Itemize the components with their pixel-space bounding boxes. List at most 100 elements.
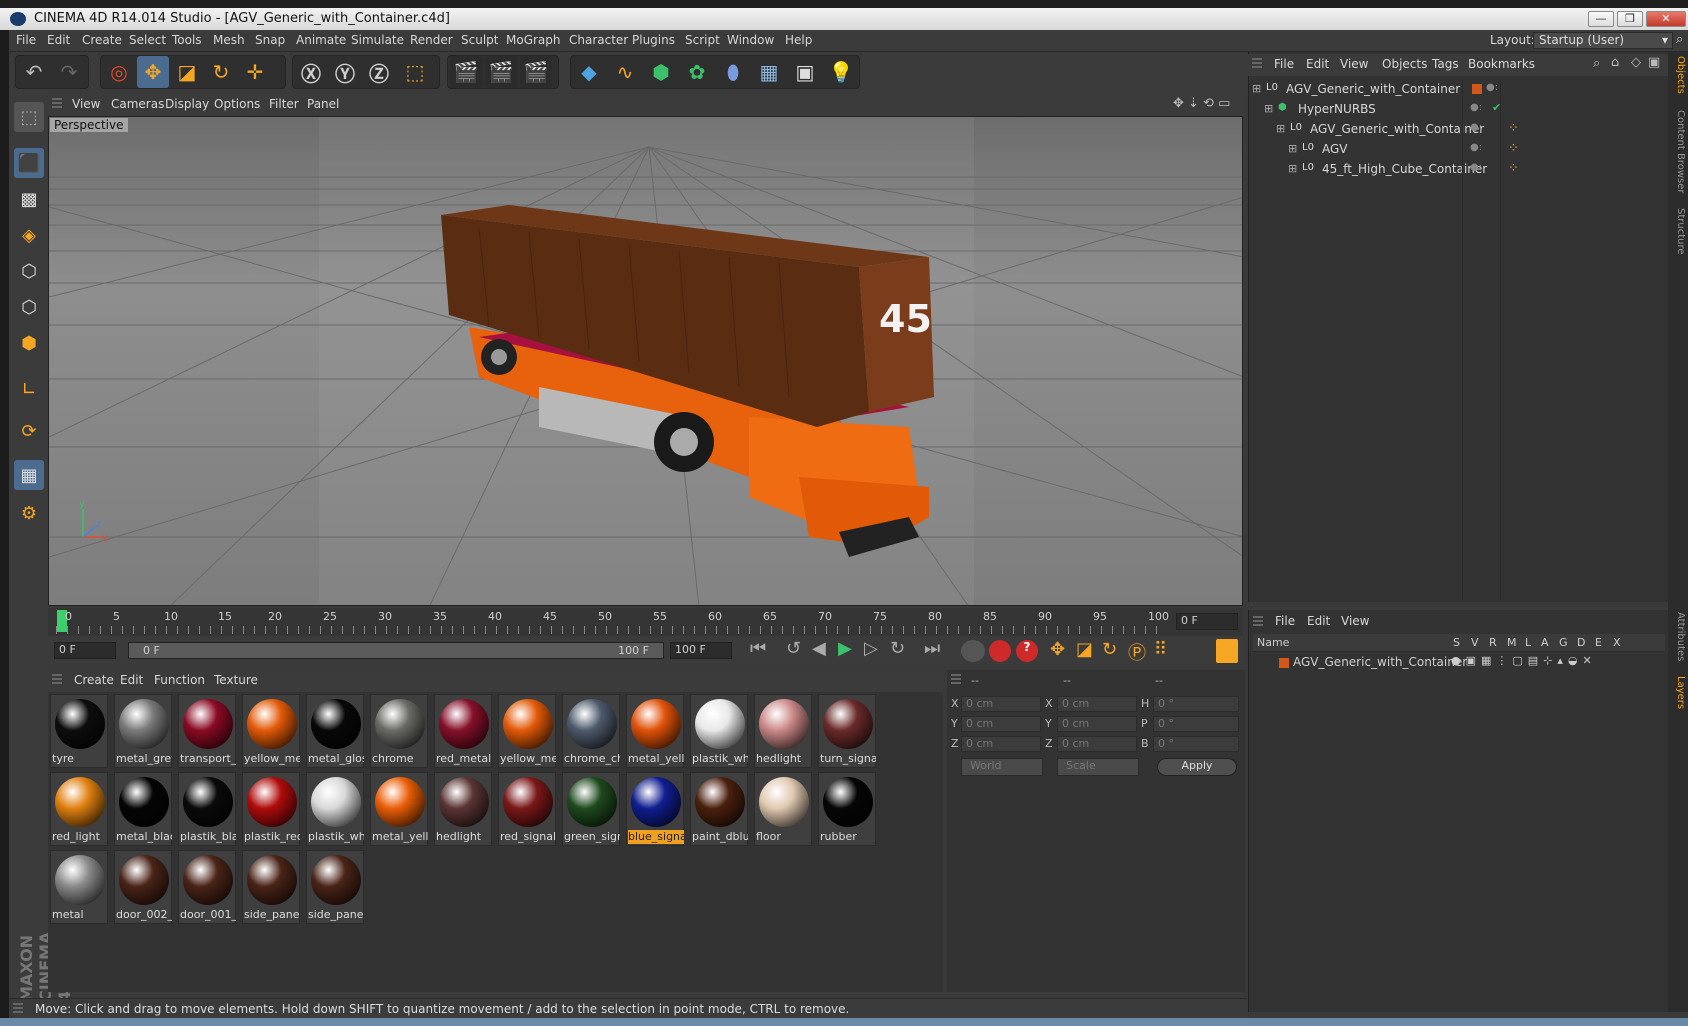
render-settings-icon[interactable]: 🎬 — [520, 56, 552, 88]
menu-plugins[interactable]: Plugins — [632, 33, 675, 47]
key-rotation-icon[interactable]: ↻ — [1102, 639, 1117, 660]
menu-edit[interactable]: Edit — [47, 33, 70, 47]
x-axis-lock-icon[interactable]: Ⓧ — [295, 56, 327, 88]
size-x-field[interactable]: 0 cm — [1057, 696, 1137, 712]
workplane-mode-icon[interactable]: ◈ — [14, 220, 44, 250]
prev-frame-icon[interactable]: ◀ — [812, 638, 826, 659]
layout-select[interactable]: Startup (User) ▾ — [1533, 32, 1673, 49]
scale-select[interactable]: Scale — [1057, 758, 1139, 776]
material-swatch[interactable]: red_signal — [498, 772, 556, 846]
key-pla-icon[interactable]: ⠿ — [1154, 639, 1167, 660]
timeline-window-icon[interactable] — [1216, 639, 1238, 663]
material-swatch[interactable]: metal_yello — [626, 694, 684, 768]
viewport-nav-icons[interactable]: ✥ ⇣ ⟲ ▭ — [1173, 96, 1230, 111]
material-swatch[interactable]: door_002_c — [114, 850, 172, 924]
layer-menu-view[interactable]: View — [1341, 614, 1369, 628]
visibility-dots-icon[interactable]: ●: — [1470, 162, 1482, 173]
menu-file[interactable]: File — [16, 33, 36, 47]
material-tag-icon[interactable]: ⁘ — [1508, 161, 1519, 176]
obj-search-icon[interactable]: ⌕ — [1593, 56, 1600, 71]
expand-icon[interactable]: ⊞ — [1276, 122, 1285, 135]
object-row[interactable]: ⊞ L0 45_ft_High_Cube_Container ●: ⁘ — [1252, 160, 1662, 180]
minimize-button[interactable]: — — [1588, 11, 1614, 27]
material-swatch[interactable]: metal — [50, 850, 108, 924]
array-icon[interactable]: ✿ — [681, 56, 713, 88]
y-axis-lock-icon[interactable]: Ⓨ — [329, 56, 361, 88]
vp-menu-options[interactable]: Options — [214, 97, 260, 111]
menu-character[interactable]: Character — [569, 33, 628, 47]
vp-menu-panel[interactable]: Panel — [307, 97, 339, 111]
obj-menu-file[interactable]: File — [1274, 57, 1294, 71]
pos-z-field[interactable]: 0 cm — [961, 736, 1041, 752]
snap-icon[interactable]: ▦ — [14, 460, 44, 490]
prev-key-icon[interactable]: ↺ — [786, 638, 801, 659]
mat-menu-edit[interactable]: Edit — [120, 673, 143, 687]
vp-menu-view[interactable]: View — [72, 97, 100, 111]
material-swatch[interactable]: plastik_wh — [690, 694, 748, 768]
vp-menu-display[interactable]: Display — [165, 97, 209, 111]
tab-objects[interactable]: Objects — [1670, 56, 1686, 94]
edges-mode-icon[interactable]: ⬡ — [14, 292, 44, 322]
material-swatch[interactable]: yellow_met — [242, 694, 300, 768]
record-icon[interactable] — [989, 640, 1011, 662]
menu-create[interactable]: Create — [82, 33, 122, 47]
layer-menu-file[interactable]: File — [1275, 614, 1295, 628]
menu-sculpt[interactable]: Sculpt — [461, 33, 498, 47]
tab-layers[interactable]: Layers — [1670, 676, 1686, 709]
cube-primitive-icon[interactable]: ◆ — [573, 56, 605, 88]
obj-menu-edit[interactable]: Edit — [1306, 57, 1329, 71]
menu-tools[interactable]: Tools — [172, 33, 202, 47]
material-swatch[interactable]: chrome — [370, 694, 428, 768]
material-tag-icon[interactable]: ⁘ — [1508, 121, 1519, 136]
goto-end-icon[interactable]: ⏭ — [924, 638, 940, 659]
obj-menu-objects[interactable]: Objects — [1382, 57, 1427, 71]
light-icon[interactable]: 💡 — [825, 56, 857, 88]
undo-icon[interactable]: ↶ — [18, 56, 50, 88]
pos-y-field[interactable]: 0 cm — [961, 716, 1041, 732]
rot-b-field[interactable]: 0 ° — [1153, 736, 1239, 752]
menu-simulate[interactable]: Simulate — [351, 33, 404, 47]
mat-menu-create[interactable]: Create — [74, 673, 114, 687]
render-picture-viewer-icon[interactable]: 🎬 — [485, 56, 517, 88]
move-tool-icon[interactable]: ✥ — [137, 56, 169, 88]
layer-color-swatch[interactable] — [1279, 658, 1289, 668]
scale-tool-icon[interactable]: ◪ — [171, 56, 203, 88]
material-swatch[interactable]: red_light — [50, 772, 108, 846]
restore-button[interactable]: ❐ — [1617, 11, 1643, 27]
material-swatch[interactable]: hedlight — [754, 694, 812, 768]
material-swatch[interactable]: chrome_ch — [562, 694, 620, 768]
material-swatch[interactable]: plastik_red — [242, 772, 300, 846]
visibility-dots-icon[interactable]: ●: — [1470, 142, 1482, 153]
polygons-mode-icon[interactable]: ⬢ — [14, 328, 44, 358]
home-icon[interactable]: ⌂ — [1611, 55, 1619, 70]
motion-path-icon[interactable] — [961, 640, 985, 662]
key-scale-icon[interactable]: ◪ — [1076, 639, 1093, 660]
material-swatch[interactable]: transport_c — [178, 694, 236, 768]
rotate-tool-icon[interactable]: ↻ — [205, 56, 237, 88]
size-z-field[interactable]: 0 cm — [1057, 736, 1137, 752]
expand-icon[interactable]: ⊞ — [1252, 82, 1261, 95]
menu-select[interactable]: Select — [129, 33, 166, 47]
close-button[interactable]: ✕ — [1646, 11, 1686, 27]
world-select[interactable]: World — [961, 758, 1043, 776]
range-slider[interactable]: 0 F 100 F — [128, 642, 664, 659]
menu-help[interactable]: Help — [785, 33, 812, 47]
material-swatch[interactable]: metal_yello — [370, 772, 428, 846]
obj-menu-bookmarks[interactable]: Bookmarks — [1468, 57, 1535, 71]
size-y-field[interactable]: 0 cm — [1057, 716, 1137, 732]
material-swatch[interactable]: blue_signa — [626, 772, 684, 846]
end-frame-field[interactable]: 100 F — [670, 642, 732, 659]
next-frame-icon[interactable]: ▷ — [864, 638, 878, 659]
rot-p-field[interactable]: 0 ° — [1153, 716, 1239, 732]
vp-menu-filter[interactable]: Filter — [269, 97, 299, 111]
model-mode-icon[interactable]: ⬛ — [14, 148, 44, 178]
spline-icon[interactable]: ∿ — [609, 56, 641, 88]
obj-menu-view[interactable]: View — [1340, 57, 1368, 71]
object-row[interactable]: ⊞ ⬢ HyperNURBS ●: ✔ — [1252, 100, 1662, 120]
help-icon[interactable]: ? — [1016, 640, 1038, 662]
axis-mode-icon[interactable]: ∟ — [14, 374, 44, 404]
nurbs-icon[interactable]: ⬢ — [645, 56, 677, 88]
tweak-mode-icon[interactable]: ⟳ — [14, 416, 44, 446]
axis-tool-icon[interactable]: ✛ — [239, 56, 271, 88]
play-icon[interactable]: ▶ — [838, 638, 852, 659]
